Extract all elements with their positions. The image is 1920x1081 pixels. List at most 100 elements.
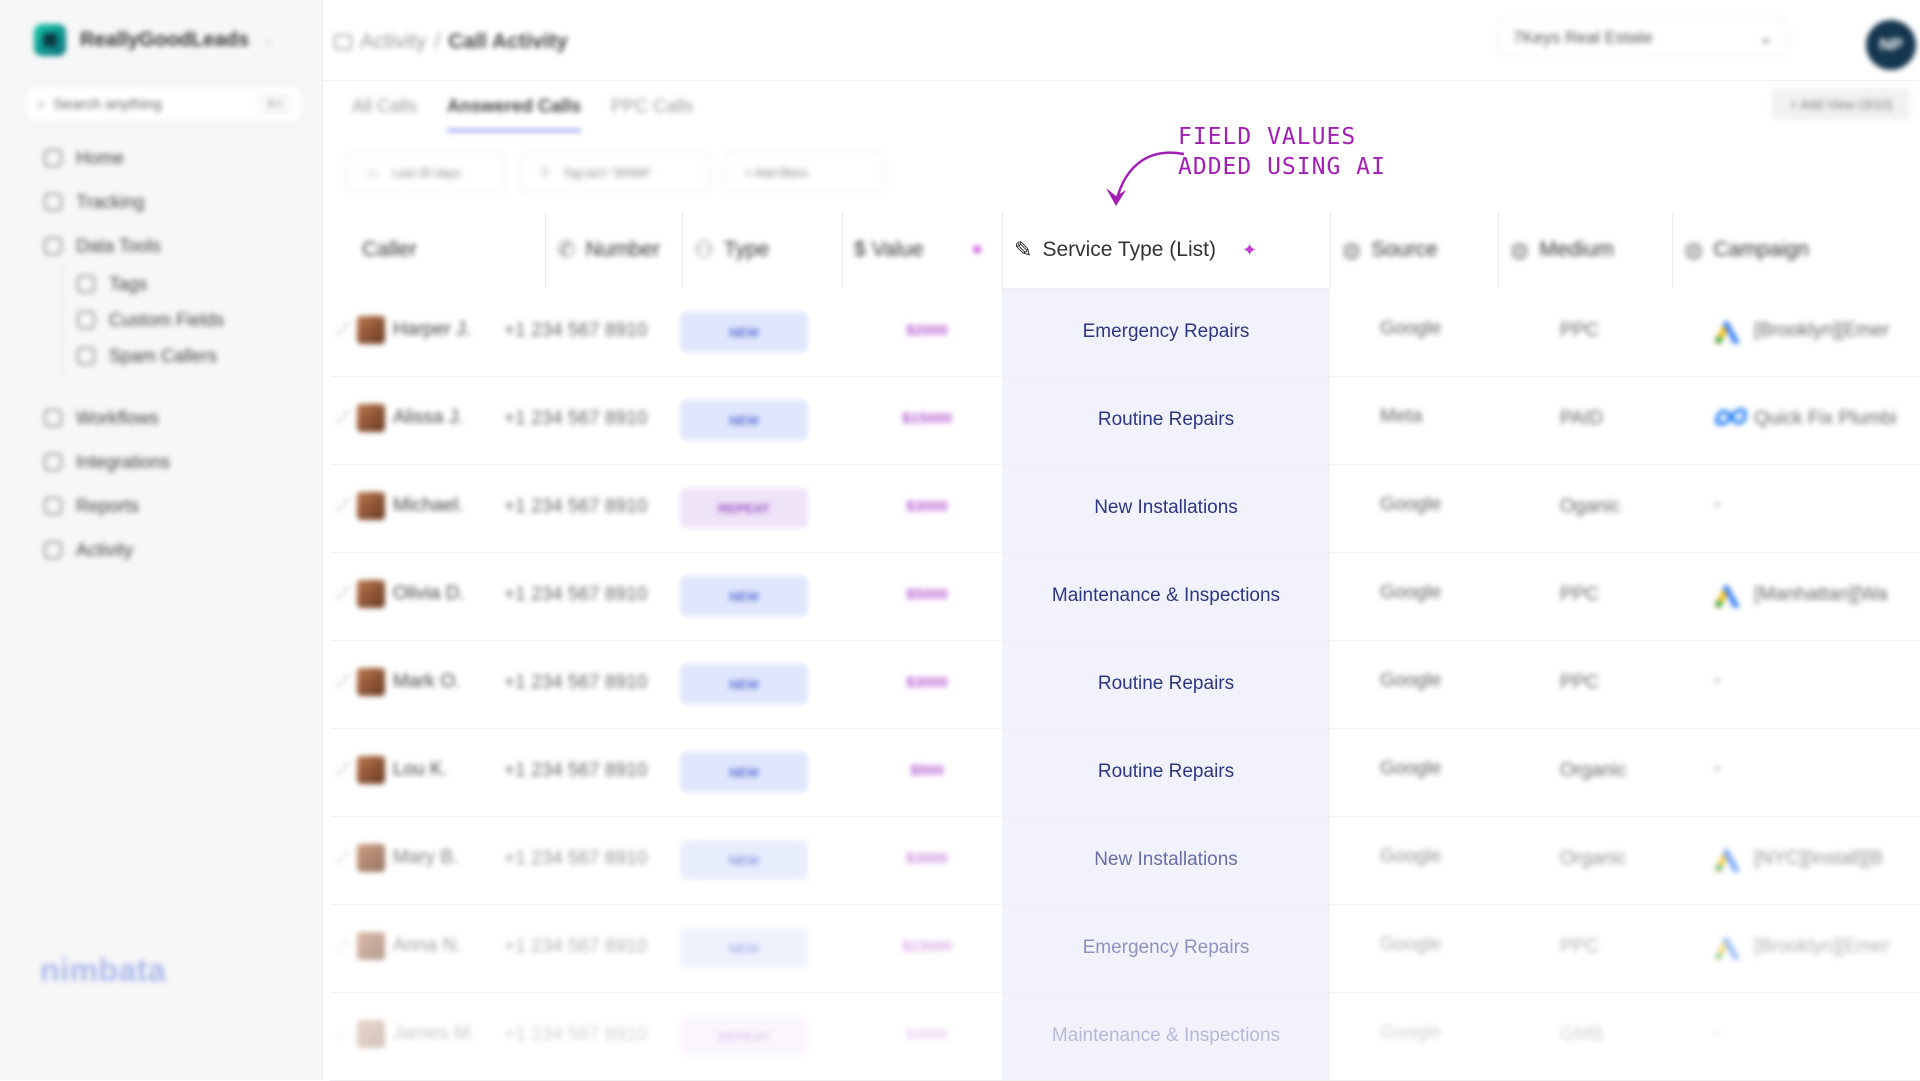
sidebar-item-tags[interactable]: Tags (77, 266, 224, 302)
caller-cell: ⤢ Mary B. (336, 844, 458, 872)
service-type-cell[interactable]: Routine Repairs (1002, 409, 1330, 431)
medium-cell: PPC (1560, 584, 1600, 605)
phone-number: +1 234 567 8910 (504, 672, 648, 693)
campaign-name: [Brooklyn][Emer (1754, 320, 1890, 341)
column-header-caller[interactable]: Caller (362, 212, 417, 288)
row-divider (330, 464, 1920, 465)
sidebar-item-integrations[interactable]: Integrations (44, 440, 170, 484)
caller-name: Harper J. (392, 319, 471, 340)
row-divider (330, 552, 1920, 553)
expand-icon[interactable]: ⤢ (336, 1025, 349, 1043)
expand-icon[interactable]: ⤢ (336, 937, 349, 955)
globe-icon: ◍ (1684, 237, 1704, 262)
medium-cell: Organic (1560, 848, 1627, 869)
column-divider (545, 212, 546, 288)
value-cell: $3000 (906, 850, 948, 867)
column-header-label: Source (1371, 238, 1438, 261)
sidebar-item-home[interactable]: Home (44, 136, 161, 180)
google-ads-icon (1714, 318, 1742, 345)
value-cell: $15000 (901, 410, 953, 427)
column-header-value[interactable]: $ Value ✦ (854, 212, 985, 288)
annotation-line-2: ADDED USING AI (1178, 154, 1386, 180)
service-type-cell[interactable]: Routine Repairs (1002, 673, 1330, 695)
campaign-name: [Manhattan][Wa (1754, 584, 1888, 605)
medium-cell: PPC (1560, 320, 1600, 341)
source-cell: Google (1380, 758, 1442, 779)
ai-sparkle-icon[interactable]: ✦ (1242, 240, 1257, 261)
column-header-type[interactable]: ⚇ Type (694, 212, 769, 288)
account-select[interactable]: 7Keys Real Estate ⌄ (1498, 18, 1788, 58)
expand-icon[interactable]: ⤢ (336, 849, 349, 867)
sidebar-item-activity[interactable]: Activity (44, 528, 170, 572)
row-divider (330, 816, 1920, 817)
sidebar-item-data-tools[interactable]: Data Tools (44, 224, 161, 268)
column-header-service-type-list[interactable]: ✎ Service Type (List) ✦ (1014, 212, 1314, 288)
brand-switcher[interactable]: ReallyGoodLeads ⌄ (34, 24, 274, 56)
service-type-cell[interactable]: Routine Repairs (1002, 761, 1330, 783)
phone-number: +1 234 567 8910 (504, 1024, 648, 1045)
campaign-cell: Quick Fix Plumbi (1714, 406, 1897, 432)
row-divider (330, 992, 1920, 993)
caller-avatar (356, 316, 385, 344)
service-type-cell[interactable]: Maintenance & Inspections (1002, 1025, 1330, 1047)
breadcrumb-parent[interactable]: Activity (360, 30, 427, 54)
expand-icon[interactable]: ⤢ (336, 321, 349, 339)
add-view-button[interactable]: + Add View (3/10) (1772, 88, 1910, 120)
search-input[interactable]: ⌕ Search anything ⌘K (26, 86, 302, 122)
value-cell: $5000 (906, 586, 948, 603)
sidebar-item-label: Custom Fields (109, 309, 225, 330)
search-shortcut: ⌘K (258, 95, 291, 113)
tab-all-calls[interactable]: All Calls (352, 96, 417, 132)
caller-cell: ⤢ Anna N. (336, 932, 461, 960)
caller-name: Mark O. (392, 671, 461, 692)
annotation-line-1: FIELD VALUES (1178, 124, 1357, 150)
activity-icon (44, 541, 62, 559)
sidebar-item-tracking[interactable]: Tracking (44, 180, 161, 224)
column-header-campaign[interactable]: ◍ Campaign (1684, 212, 1809, 288)
medium-cell: Organic (1560, 760, 1627, 781)
column-divider (1672, 212, 1673, 288)
sidebar-item-custom-fields[interactable]: Custom Fields (77, 302, 224, 338)
service-type-cell[interactable]: Emergency Repairs (1002, 937, 1330, 959)
caller-cell: ⤢ Michael. (336, 492, 464, 520)
phone-number: +1 234 567 8910 (504, 320, 648, 341)
expand-icon[interactable]: ⤢ (336, 585, 349, 603)
tab-ppc-calls[interactable]: PPC Calls (611, 96, 693, 132)
sidebar-item-spam-callers[interactable]: Spam Callers (77, 338, 224, 374)
filter-chip[interactable]: ▭ Last 30 days (346, 152, 506, 194)
caller-name: Mary B. (392, 847, 459, 868)
chevron-down-icon: ⌄ (1758, 28, 1773, 47)
source-cell: Google (1380, 1022, 1442, 1043)
medium-cell: Oganic (1560, 496, 1621, 517)
phone-number: +1 234 567 8910 (504, 408, 648, 429)
expand-icon[interactable]: ⤢ (336, 497, 349, 515)
avatar[interactable]: NP (1866, 20, 1916, 70)
campaign-cell: [Brooklyn][Emer (1714, 318, 1890, 345)
filter-chip[interactable]: ∇ Tag isn't "SPAM" (520, 152, 710, 194)
column-header-number[interactable]: ✆ Number (557, 212, 660, 288)
expand-icon[interactable]: ⤢ (336, 761, 349, 779)
sidebar-item-workflows[interactable]: Workflows (44, 396, 170, 440)
top-header: Activity / Call Activity 7Keys Real Esta… (322, 0, 1920, 81)
workflow-icon (44, 409, 62, 427)
column-divider (1002, 212, 1003, 288)
type-badge: NEW (680, 576, 808, 616)
service-type-cell[interactable]: Maintenance & Inspections (1002, 585, 1330, 607)
service-type-cell[interactable]: Emergency Repairs (1002, 321, 1330, 343)
tab-answered-calls[interactable]: Answered Calls (447, 96, 582, 132)
service-type-cell[interactable]: New Installations (1002, 849, 1330, 871)
campaign-name: - (1714, 1022, 1721, 1043)
sidebar-item-label: Spam Callers (109, 345, 218, 366)
caller-cell: ⤢ Mark O. (336, 668, 460, 696)
column-header-medium[interactable]: ◍ Medium (1510, 212, 1614, 288)
campaign-name: [Brooklyn][Emer (1754, 936, 1890, 957)
filter-chip[interactable]: + Add filters (724, 152, 884, 194)
filter-bar: ▭ Last 30 days ∇ Tag isn't "SPAM" + Add filt… (346, 152, 884, 194)
column-header-source[interactable]: ◍ Source (1342, 212, 1438, 288)
service-type-cell[interactable]: New Installations (1002, 497, 1330, 519)
expand-icon[interactable]: ⤢ (336, 409, 349, 427)
filter-label: Last 30 days (392, 166, 461, 180)
expand-icon[interactable]: ⤢ (336, 673, 349, 691)
ai-sparkle-icon[interactable]: ✦ (970, 240, 985, 261)
sidebar-item-reports[interactable]: Reports (44, 484, 170, 528)
